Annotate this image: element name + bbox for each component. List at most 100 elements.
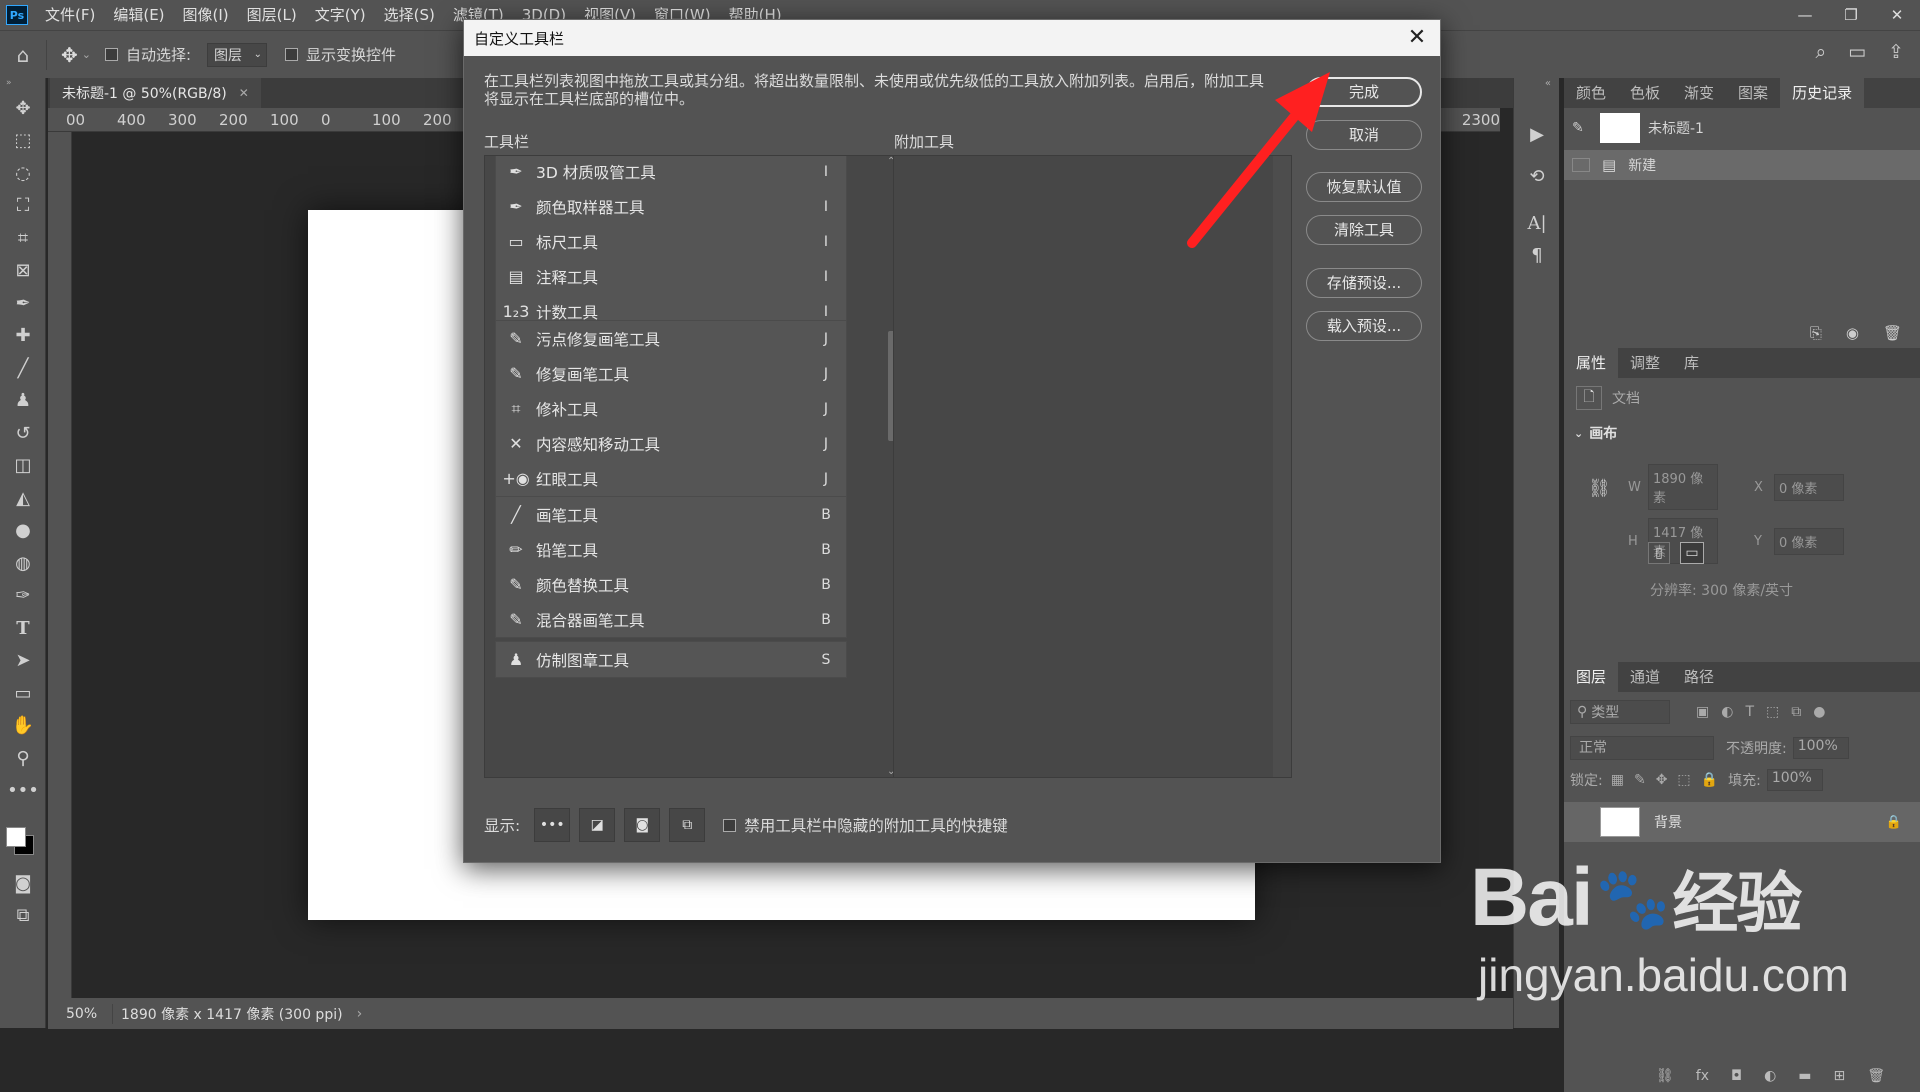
tool-group[interactable]: ╱ 画笔工具 B ✏ 铅笔工具 B ✎ 颜色替换工具 B ✎ 混合器画笔工具 B	[495, 496, 847, 638]
tool-row[interactable]: ╱ 画笔工具 B	[496, 497, 846, 532]
blur-tool-icon[interactable]: ●	[0, 515, 46, 548]
healing-brush-tool-icon[interactable]: ✚	[0, 320, 46, 353]
panel-tab[interactable]: 历史记录	[1780, 78, 1865, 108]
home-icon[interactable]: ⌂	[0, 43, 46, 67]
close-icon[interactable]: ✕	[1402, 23, 1432, 53]
marquee-tool-icon[interactable]: ⬚	[0, 125, 46, 158]
eraser-tool-icon[interactable]: ◫	[0, 450, 46, 483]
menu-item[interactable]: 图层(L)	[238, 0, 306, 30]
restore-icon[interactable]: ❐	[1828, 0, 1874, 30]
adjustment-layer-icon[interactable]: ◐	[1764, 1068, 1776, 1084]
new-group-icon[interactable]: ▬	[1798, 1068, 1811, 1084]
panel-tab[interactable]: 渐变	[1672, 78, 1726, 108]
zoom-level[interactable]: 50%	[48, 1006, 98, 1022]
auto-select-checkbox[interactable]	[104, 48, 118, 61]
auto-select-dropdown[interactable]: 图层 ⌄	[207, 42, 268, 67]
more-tools-icon[interactable]: •••	[0, 775, 46, 808]
type-filter-icon[interactable]: T	[1745, 704, 1754, 720]
type-tool-icon[interactable]: T	[0, 612, 46, 645]
history-state-checkbox[interactable]	[1572, 158, 1590, 172]
path-select-tool-icon[interactable]: ➤	[0, 645, 46, 678]
rectangle-tool-icon[interactable]: ▭	[0, 677, 46, 710]
panel-tab[interactable]: 通道	[1618, 662, 1672, 692]
lasso-tool-icon[interactable]: ◌	[0, 157, 46, 190]
panel-tab[interactable]: 色板	[1618, 78, 1672, 108]
tool-row[interactable]: ✎ 修复画笔工具 J	[496, 356, 846, 391]
panel-tab[interactable]: 颜色	[1564, 78, 1618, 108]
link-layers-icon[interactable]: ⛓	[1656, 1068, 1674, 1084]
chevron-down-icon[interactable]: ⌄	[82, 48, 91, 61]
zoom-tool-icon[interactable]: ⚲	[0, 742, 46, 775]
lock-pixels-icon[interactable]: ▦	[1611, 772, 1624, 788]
tool-row[interactable]: ✏ 铅笔工具 B	[496, 532, 846, 567]
hand-tool-icon[interactable]: ✋	[0, 710, 46, 743]
x-field[interactable]: 0 像素	[1774, 473, 1844, 501]
dodge-tool-icon[interactable]: ◍	[0, 547, 46, 580]
paragraph-icon[interactable]: ¶	[1514, 240, 1560, 273]
panel-tab[interactable]: 调整	[1618, 348, 1672, 378]
fill-field[interactable]: 100%	[1766, 769, 1823, 791]
panel-tab[interactable]: 库	[1672, 348, 1711, 378]
load-preset-button[interactable]: 载入预设...	[1306, 311, 1422, 341]
tool-row[interactable]: ⌗ 修补工具 J	[496, 391, 846, 426]
close-tab-icon[interactable]: ✕	[239, 86, 249, 100]
quick-mask-icon[interactable]: ◙	[0, 867, 46, 900]
tool-group[interactable]: ♟ 仿制图章工具 S	[495, 641, 847, 678]
toolbar-list[interactable]: ✒ 3D 材质吸管工具 I ✒ 颜色取样器工具 I ▭ 标尺工具 I ▤ 注释工具 I 1₂3 计数工具 I…	[484, 155, 899, 778]
tool-row[interactable]: ▤ 注释工具 I	[496, 259, 846, 294]
actions-play-icon[interactable]: ▶	[1514, 118, 1560, 151]
lock-all-icon[interactable]: 🔒	[1701, 772, 1718, 788]
shape-filter-icon[interactable]: ⬚	[1766, 704, 1779, 720]
clone-stamp-tool-icon[interactable]: ♟	[0, 385, 46, 418]
pen-tool-icon[interactable]: ✑	[0, 580, 46, 613]
y-field[interactable]: 0 像素	[1774, 527, 1844, 555]
tool-row[interactable]: ✎ 颜色替换工具 B	[496, 567, 846, 602]
panel-tab[interactable]: 属性	[1564, 348, 1619, 378]
width-field[interactable]: 1890 像素	[1648, 464, 1718, 510]
panel-tab[interactable]: 图案	[1726, 78, 1780, 108]
new-layer-icon[interactable]: ⊞	[1834, 1068, 1846, 1084]
canvas-section-header[interactable]: ⌄ 画布	[1564, 418, 1920, 448]
panel-tab[interactable]: 路径	[1672, 662, 1726, 692]
adjustment-filter-icon[interactable]: ◐	[1721, 704, 1733, 720]
paint-bucket-tool-icon[interactable]: ◭	[0, 482, 46, 515]
portrait-icon[interactable]: ▯	[1648, 542, 1670, 564]
workspace-icon[interactable]: ▭	[1848, 41, 1866, 63]
color-swatches[interactable]	[0, 807, 45, 867]
layer-row[interactable]: 背景 🔒	[1564, 802, 1920, 842]
menu-item[interactable]: 图像(I)	[174, 0, 238, 30]
smart-object-filter-icon[interactable]: ⧉	[1791, 704, 1801, 720]
character-icon[interactable]: A|	[1514, 207, 1560, 240]
show-transform-checkbox[interactable]	[285, 48, 299, 61]
collapse-icon[interactable]: »	[0, 78, 45, 92]
history-snapshot[interactable]: ✎ 未标题-1	[1564, 108, 1920, 148]
fx-icon[interactable]: fx	[1696, 1068, 1709, 1084]
brush-tool-icon[interactable]: ╱	[0, 352, 46, 385]
search-icon[interactable]: ⌕	[1815, 41, 1826, 63]
minimize-icon[interactable]: —	[1782, 0, 1828, 30]
tool-row[interactable]: +◉ 红眼工具 J	[496, 461, 846, 496]
layer-mask-icon[interactable]: ◘	[1731, 1068, 1742, 1084]
history-brush-tool-icon[interactable]: ↺	[0, 417, 46, 450]
document-tab[interactable]: 未标题-1 @ 50%(RGB/8) ✕	[50, 78, 261, 108]
tool-row[interactable]: ✎ 混合器画笔工具 B	[496, 602, 846, 637]
share-icon[interactable]: ⇪	[1888, 41, 1904, 63]
landscape-icon[interactable]: ▭	[1680, 542, 1704, 564]
move-tool-icon[interactable]: ✥	[0, 92, 46, 125]
tool-group[interactable]: ✎ 污点修复画笔工具 J ✎ 修复画笔工具 J ⌗ 修补工具 J ✕ 内容感知移动工具 J +◉ 红眼工具…	[495, 320, 847, 497]
blend-mode-dropdown[interactable]: 正常	[1570, 736, 1714, 760]
collapse-icon[interactable]: «	[1514, 78, 1559, 108]
show-foreground-background-icon[interactable]: ◪	[579, 808, 616, 842]
lock-position-icon[interactable]: ✥	[1656, 772, 1668, 788]
save-preset-button[interactable]: 存储预设...	[1306, 268, 1422, 298]
opacity-field[interactable]: 100%	[1792, 737, 1849, 759]
link-icon[interactable]: ⛓	[1588, 478, 1611, 499]
new-document-from-state-icon[interactable]: ⎘	[1810, 324, 1822, 342]
tool-row[interactable]: ✕ 内容感知移动工具 J	[496, 426, 846, 461]
show-quick-mask-icon[interactable]: ◙	[624, 808, 661, 842]
chevron-right-icon[interactable]: ›	[357, 1006, 363, 1022]
frame-tool-icon[interactable]: ⊠	[0, 255, 46, 288]
tool-row[interactable]: ✒ 3D 材质吸管工具 I	[496, 156, 846, 189]
history-icon[interactable]: ⟲	[1514, 161, 1560, 194]
trash-icon[interactable]: 🗑	[1867, 1068, 1885, 1084]
